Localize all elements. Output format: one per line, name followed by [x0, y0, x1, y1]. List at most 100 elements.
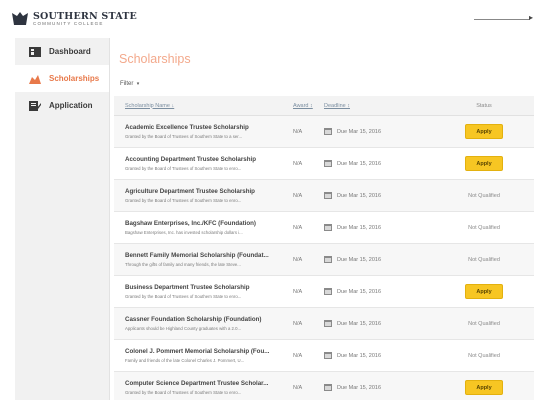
deadline-cell: Due Mar 15, 2016 — [314, 192, 434, 199]
deadline-text: Due Mar 15, 2016 — [337, 128, 382, 135]
deadline-text: Due Mar 15, 2016 — [337, 352, 382, 359]
sidebar: Dashboard Scholarships Application — [15, 38, 110, 400]
calendar-icon — [324, 128, 332, 135]
sidebar-item-application[interactable]: Application — [15, 92, 109, 119]
main-content: Scholarships Filter ▾ Scholarship Name ↓… — [110, 38, 540, 400]
column-header-award[interactable]: Award ↕ — [282, 103, 314, 109]
scholarship-title[interactable]: Bennett Family Memorial Scholarship (Fou… — [125, 252, 282, 259]
calendar-icon — [324, 192, 332, 199]
status-not-qualified: Not Qualified — [468, 224, 500, 231]
shield-logo-icon — [12, 12, 28, 25]
apply-button[interactable]: Apply — [465, 380, 503, 395]
status-cell: Not Qualified — [434, 257, 534, 263]
sidebar-item-scholarships[interactable]: Scholarships — [15, 65, 109, 92]
scholarship-title[interactable]: Agriculture Department Trustee Scholarsh… — [125, 188, 282, 195]
logo-subtitle: COMMUNITY COLLEGE — [33, 21, 104, 26]
user-menu-caret-icon[interactable]: ▸ — [529, 13, 533, 22]
page-title: Scholarships — [119, 52, 191, 66]
apply-button[interactable]: Apply — [465, 284, 503, 299]
scholarship-name-cell[interactable]: Agriculture Department Trustee Scholarsh… — [114, 188, 282, 203]
column-header-deadline[interactable]: Deadline ↕ — [314, 103, 434, 109]
calendar-icon — [324, 256, 332, 263]
status-cell: Apply — [434, 380, 534, 395]
sidebar-item-label: Dashboard — [49, 47, 91, 56]
deadline-text: Due Mar 15, 2016 — [337, 384, 382, 391]
dashboard-icon — [29, 46, 41, 57]
deadline-cell: Due Mar 15, 2016 — [314, 128, 434, 135]
scholarship-table: Scholarship Name ↓ Award ↕ Deadline ↕ St… — [114, 96, 534, 400]
deadline-cell: Due Mar 15, 2016 — [314, 288, 434, 295]
status-cell: Apply — [434, 124, 534, 139]
filter-dropdown[interactable]: Filter ▾ — [120, 81, 139, 87]
scholarship-name-cell[interactable]: Bennett Family Memorial Scholarship (Fou… — [114, 252, 282, 267]
scholarship-title[interactable]: Computer Science Department Trustee Scho… — [125, 380, 282, 387]
sidebar-item-label: Application — [49, 101, 93, 110]
calendar-icon — [324, 320, 332, 327]
scholarship-name-cell[interactable]: Business Department Trustee Scholarship … — [114, 284, 282, 299]
deadline-text: Due Mar 15, 2016 — [337, 320, 382, 327]
deadline-text: Due Mar 15, 2016 — [337, 224, 382, 231]
status-cell: Apply — [434, 156, 534, 171]
scholarship-title[interactable]: Business Department Trustee Scholarship — [125, 284, 282, 291]
scholarship-title[interactable]: Bagshaw Enterprises, Inc./KFC (Foundatio… — [125, 220, 282, 227]
scholarship-title[interactable]: Cassner Foundation Scholarship (Foundati… — [125, 316, 282, 323]
scholarship-title[interactable]: Colonel J. Pommert Memorial Scholarship … — [125, 348, 282, 355]
column-header-name[interactable]: Scholarship Name ↓ — [114, 103, 282, 109]
scholarship-name-cell[interactable]: Colonel J. Pommert Memorial Scholarship … — [114, 348, 282, 363]
scholarship-description: Bagshaw Enterprises, Inc. has invested s… — [125, 230, 243, 235]
calendar-icon — [324, 224, 332, 231]
chevron-down-icon: ▾ — [135, 81, 140, 87]
calendar-icon — [324, 160, 332, 167]
scholarship-description: Granted by the Board of Trustees of Sout… — [125, 294, 242, 299]
calendar-icon — [324, 288, 332, 295]
college-logo[interactable]: SOUTHERN STATE COMMUNITY COLLEGE — [11, 9, 137, 29]
scholarship-title[interactable]: Academic Excellence Trustee Scholarship — [125, 124, 282, 131]
status-cell: Not Qualified — [434, 193, 534, 199]
award-value: N/A — [293, 192, 303, 199]
scholarship-description: Through the gifts of family and many fri… — [125, 262, 241, 267]
deadline-cell: Due Mar 15, 2016 — [314, 224, 434, 231]
status-cell: Not Qualified — [434, 225, 534, 231]
table-row[interactable]: Colonel J. Pommert Memorial Scholarship … — [114, 340, 534, 372]
scholarship-description: Granted by the Board of Trustees of Sout… — [125, 390, 242, 395]
scholarship-description: Family and friends of the late Colonel C… — [125, 358, 245, 363]
award-value: N/A — [293, 160, 303, 167]
deadline-text: Due Mar 15, 2016 — [337, 256, 382, 263]
logo-name: SOUTHERN STATE — [33, 10, 137, 22]
deadline-cell: Due Mar 15, 2016 — [314, 384, 434, 391]
scholarship-name-cell[interactable]: Computer Science Department Trustee Scho… — [114, 380, 282, 395]
top-header: SOUTHERN STATE COMMUNITY COLLEGE ▸ — [0, 0, 540, 36]
award-value: N/A — [293, 128, 303, 135]
table-row[interactable]: Bagshaw Enterprises, Inc./KFC (Foundatio… — [114, 212, 534, 244]
status-not-qualified: Not Qualified — [468, 320, 500, 327]
scholarship-description: Granted by the Board of Trustees of Sout… — [125, 134, 243, 139]
calendar-icon — [324, 384, 332, 391]
scholarship-title[interactable]: Accounting Department Trustee Scholarshi… — [125, 156, 282, 163]
apply-button[interactable]: Apply — [465, 124, 503, 139]
deadline-text: Due Mar 15, 2016 — [337, 192, 382, 199]
sidebar-item-label: Scholarships — [49, 74, 100, 83]
award-value: N/A — [293, 352, 303, 359]
table-row[interactable]: Agriculture Department Trustee Scholarsh… — [114, 180, 534, 212]
scholarship-name-cell[interactable]: Academic Excellence Trustee Scholarship … — [114, 124, 282, 139]
table-row[interactable]: Accounting Department Trustee Scholarshi… — [114, 148, 534, 180]
table-row[interactable]: Computer Science Department Trustee Scho… — [114, 372, 534, 400]
scholarship-name-cell[interactable]: Bagshaw Enterprises, Inc./KFC (Foundatio… — [114, 220, 282, 235]
user-menu-field[interactable] — [474, 19, 530, 20]
deadline-text: Due Mar 15, 2016 — [337, 288, 382, 295]
deadline-cell: Due Mar 15, 2016 — [314, 256, 434, 263]
table-row[interactable]: Bennett Family Memorial Scholarship (Fou… — [114, 244, 534, 276]
table-row[interactable]: Cassner Foundation Scholarship (Foundati… — [114, 308, 534, 340]
deadline-cell: Due Mar 15, 2016 — [314, 352, 434, 359]
deadline-text: Due Mar 15, 2016 — [337, 160, 382, 167]
status-cell: Apply — [434, 284, 534, 299]
table-row[interactable]: Business Department Trustee Scholarship … — [114, 276, 534, 308]
sidebar-item-dashboard[interactable]: Dashboard — [15, 38, 109, 65]
deadline-cell: Due Mar 15, 2016 — [314, 320, 434, 327]
scholarship-name-cell[interactable]: Accounting Department Trustee Scholarshi… — [114, 156, 282, 171]
award-value: N/A — [293, 384, 303, 391]
scholarship-name-cell[interactable]: Cassner Foundation Scholarship (Foundati… — [114, 316, 282, 331]
apply-button[interactable]: Apply — [465, 156, 503, 171]
status-not-qualified: Not Qualified — [468, 192, 500, 199]
table-row[interactable]: Academic Excellence Trustee Scholarship … — [114, 116, 534, 148]
